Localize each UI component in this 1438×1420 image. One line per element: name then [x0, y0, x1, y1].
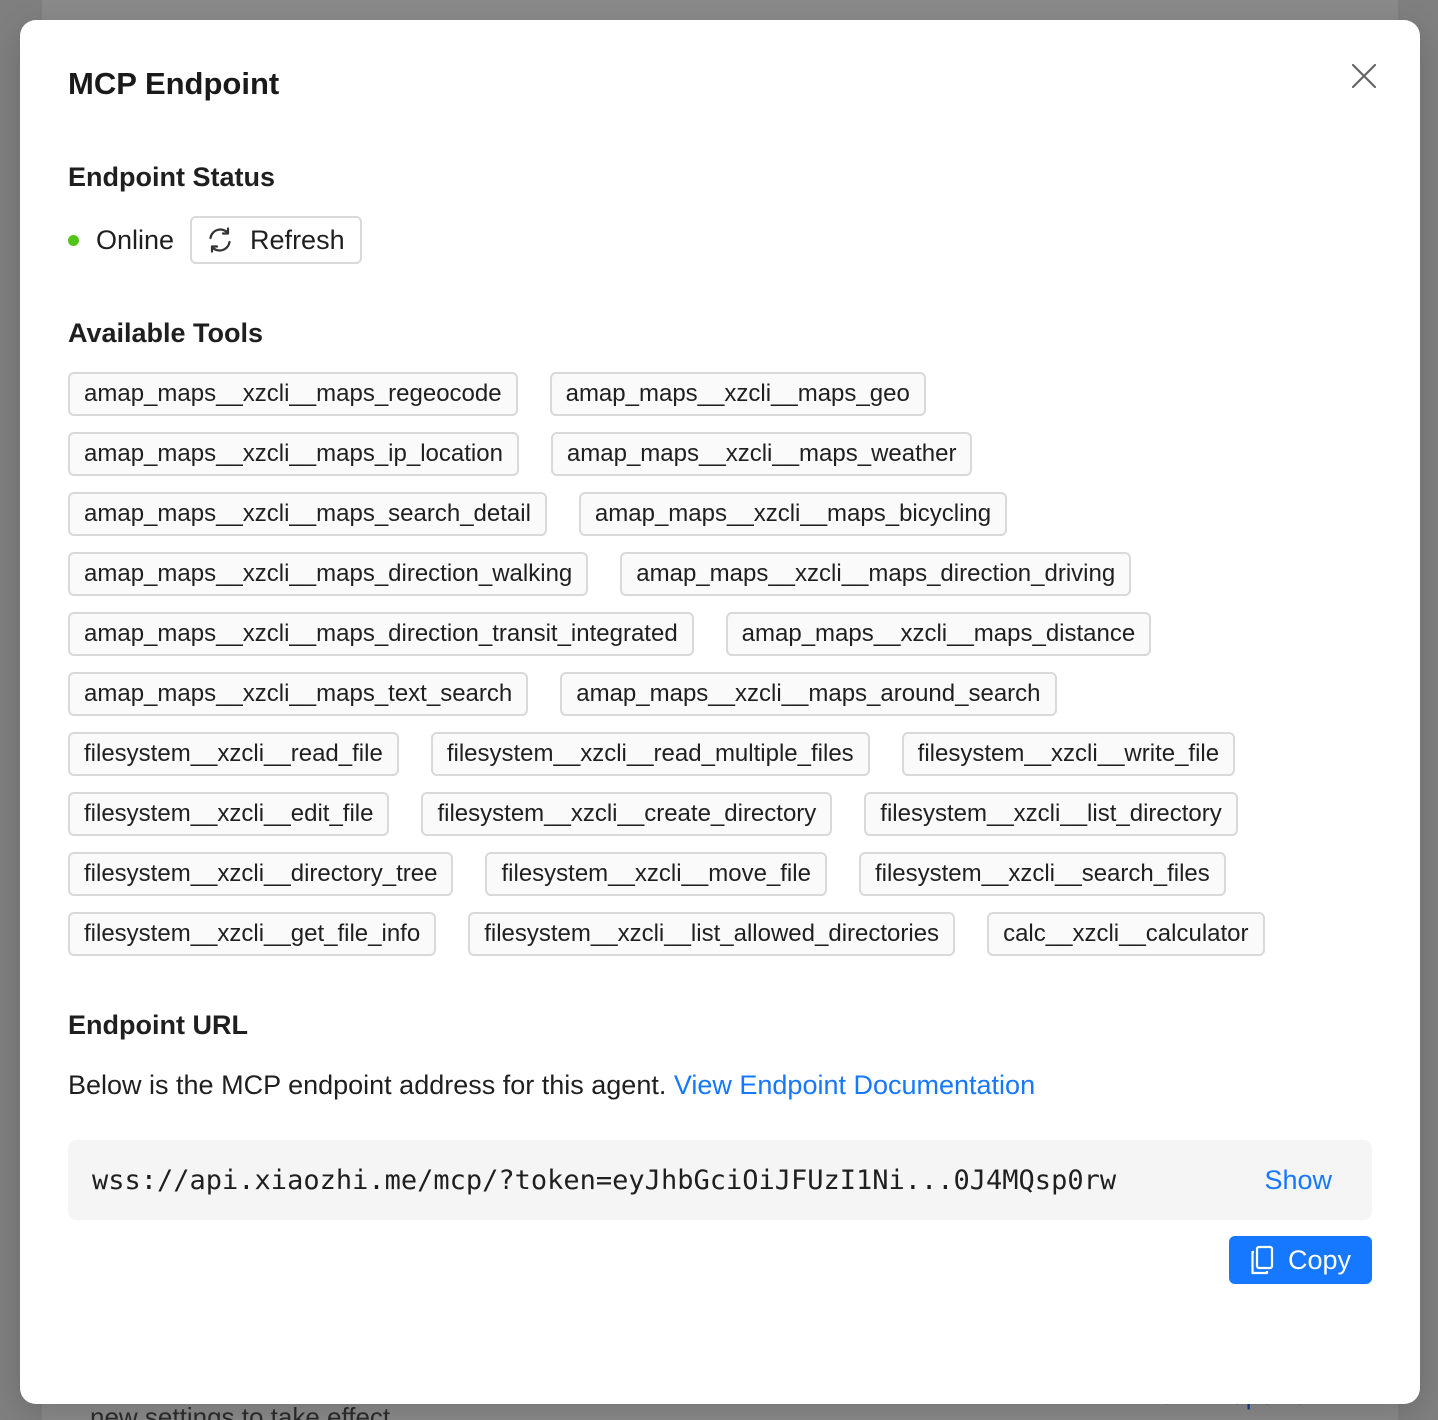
- mcp-endpoint-modal: MCP Endpoint Endpoint Status Online Refr…: [20, 20, 1420, 1404]
- tool-tag: amap_maps__xzcli__maps_ip_location: [68, 432, 519, 476]
- refresh-button[interactable]: Refresh: [190, 216, 362, 264]
- tool-tag: amap_maps__xzcli__maps_text_search: [68, 672, 529, 716]
- online-status-dot: [68, 234, 79, 246]
- background-hint-text: new settings to take effect: [90, 1402, 391, 1420]
- tool-tag: amap_maps__xzcli__maps_regeocode: [68, 372, 518, 416]
- tool-tag: amap_maps__xzcli__maps_bicycling: [578, 492, 1008, 536]
- endpoint-url-heading: Endpoint URL: [68, 1010, 248, 1040]
- modal-title: MCP Endpoint: [68, 66, 280, 101]
- tool-tag: filesystem__xzcli__read_file: [68, 732, 399, 776]
- tool-tag: filesystem__xzcli__list_allowed_director…: [468, 912, 956, 956]
- tool-tag: amap_maps__xzcli__maps_weather: [550, 432, 973, 476]
- tool-tag: filesystem__xzcli__create_directory: [421, 792, 833, 836]
- status-heading: Endpoint Status: [68, 162, 275, 192]
- endpoint-url-box: wss://api.xiaozhi.me/mcp/?token=eyJhbGci…: [68, 1140, 1372, 1220]
- tool-tag: amap_maps__xzcli__maps_direction_transit…: [68, 612, 694, 656]
- tools-list: amap_maps__xzcli__maps_regeocode amap_ma…: [68, 372, 1378, 956]
- view-documentation-link[interactable]: View Endpoint Documentation: [674, 1070, 1035, 1100]
- tool-tag: amap_maps__xzcli__maps_around_search: [560, 672, 1057, 716]
- close-icon: [1351, 63, 1377, 89]
- tool-tag: filesystem__xzcli__directory_tree: [68, 852, 454, 896]
- tool-tag: filesystem__xzcli__write_file: [901, 732, 1236, 776]
- tool-tag: amap_maps__xzcli__maps_search_detail: [68, 492, 547, 536]
- status-row: Online Refresh: [68, 216, 362, 264]
- copy-icon: [1251, 1245, 1274, 1275]
- tool-tag: amap_maps__xzcli__maps_direction_walking: [68, 552, 589, 596]
- close-button[interactable]: [1346, 58, 1382, 94]
- copy-button[interactable]: Copy: [1229, 1236, 1372, 1284]
- tool-tag: filesystem__xzcli__edit_file: [68, 792, 390, 836]
- show-token-button[interactable]: Show: [1264, 1165, 1332, 1196]
- tool-tag: filesystem__xzcli__read_multiple_files: [430, 732, 870, 776]
- tool-tag: filesystem__xzcli__move_file: [485, 852, 827, 896]
- tool-tag: filesystem__xzcli__get_file_info: [68, 912, 437, 956]
- endpoint-description: Below is the MCP endpoint address for th…: [68, 1070, 667, 1100]
- tool-tag: amap_maps__xzcli__maps_distance: [725, 612, 1152, 656]
- tool-tag: filesystem__xzcli__list_directory: [864, 792, 1238, 836]
- status-label: Online: [96, 224, 175, 255]
- tool-tag: amap_maps__xzcli__maps_geo: [549, 372, 926, 416]
- tool-tag: filesystem__xzcli__search_files: [858, 852, 1226, 896]
- refresh-button-label: Refresh: [250, 224, 345, 255]
- refresh-icon: [209, 227, 231, 253]
- endpoint-description-line: Below is the MCP endpoint address for th…: [68, 1070, 1035, 1101]
- tools-heading: Available Tools: [68, 318, 264, 348]
- copy-button-label: Copy: [1287, 1244, 1352, 1275]
- tool-tag: calc__xzcli__calculator: [987, 912, 1265, 956]
- endpoint-url-text: wss://api.xiaozhi.me/mcp/?token=eyJhbGci…: [92, 1164, 1117, 1196]
- tool-tag: amap_maps__xzcli__maps_direction_driving: [620, 552, 1132, 596]
